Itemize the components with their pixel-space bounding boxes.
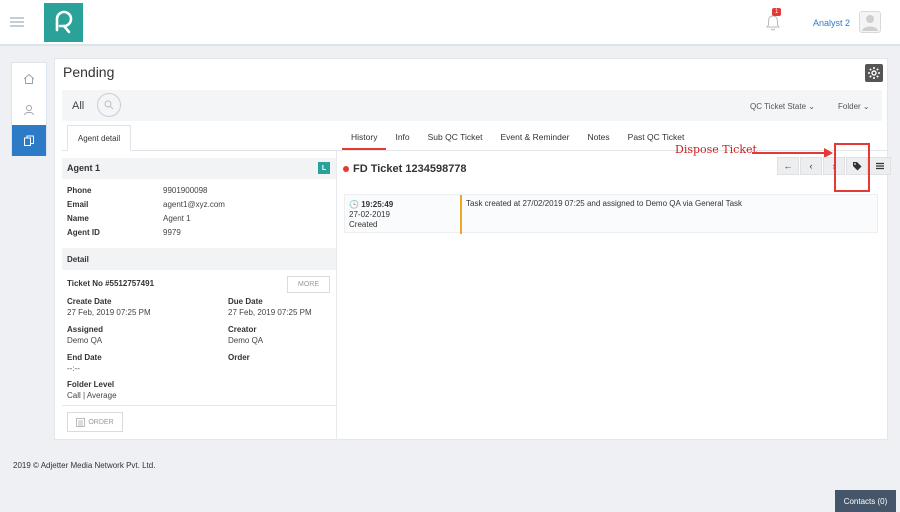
tab-history[interactable]: History (342, 125, 387, 150)
folder-dropdown[interactable]: Folder ⌄ (838, 102, 870, 111)
tab-agent-detail[interactable]: Agent detail (67, 125, 131, 151)
due-date-value: 27 Feb, 2019 07:25 PM (228, 308, 312, 317)
footer-copyright: 2019 © Adjetter Media Network Pvt. Ltd. (13, 461, 156, 470)
list-icon (76, 417, 86, 427)
tab-notes[interactable]: Notes (578, 125, 618, 150)
folder-level: Folder Level Call | Average (67, 380, 117, 400)
history-time: 19:25:49 (361, 200, 394, 209)
filter-bar: All QC Ticket State ⌄ Folder ⌄ (62, 90, 882, 121)
create-date-label: Create Date (67, 297, 112, 306)
folder-label: Folder (838, 102, 861, 111)
tab-sub-qc-ticket[interactable]: Sub QC Ticket (419, 125, 492, 150)
creator-value: Demo QA (228, 336, 264, 345)
folder-level-label: Folder Level (67, 380, 115, 389)
detail-title: Detail (67, 255, 89, 264)
agent-id-value: 9979 (163, 228, 181, 237)
search-button[interactable] (97, 93, 121, 117)
ticket-tabs: History Info Sub QC Ticket Event & Remin… (342, 125, 693, 150)
agent-phone-value: 9901900098 (163, 186, 208, 195)
history-entry: 🕒 19:25:49 27-02-2019 Created Task creat… (344, 194, 878, 234)
agent-name-value: Agent 1 (163, 214, 191, 223)
agent-name-label: Name (67, 214, 89, 223)
more-button[interactable]: MORE (287, 276, 330, 293)
due-date: Due Date 27 Feb, 2019 07:25 PM (228, 297, 312, 317)
divider (62, 405, 336, 406)
tab-info[interactable]: Info (386, 125, 418, 150)
agent-level-badge: L (318, 162, 330, 174)
create-date: Create Date 27 Feb, 2019 07:25 PM (67, 297, 151, 317)
agent-header: Agent 1 L (62, 158, 336, 179)
history-date: 27-02-2019 (349, 210, 390, 219)
nav-home[interactable] (12, 63, 46, 94)
history-status: Created (349, 220, 378, 229)
order-button[interactable]: ORDER (67, 412, 123, 432)
order: Order (228, 353, 250, 362)
nav-tickets[interactable] (12, 125, 46, 156)
app-logo[interactable] (44, 3, 83, 42)
history-marker (460, 195, 462, 234)
agent-panel: Agent 1 L Phone 9901900098 Email agent1@… (62, 150, 337, 441)
notification-badge: 1 (772, 8, 782, 16)
ticket-title: FD Ticket 1234598778 (343, 163, 467, 175)
history-message: Task created at 27/02/2019 07:25 and ass… (466, 199, 743, 208)
nav-users[interactable] (12, 94, 46, 125)
agent-name: Agent 1 (67, 163, 101, 173)
page-title: Pending (63, 64, 115, 80)
more-menu-button[interactable] (869, 157, 891, 175)
order-label: Order (228, 353, 250, 362)
chevron-left-icon: ‹ (809, 161, 813, 171)
due-date-label: Due Date (228, 297, 263, 306)
copy-icon (24, 135, 34, 146)
contacts-button[interactable]: Contacts (0) (835, 490, 896, 512)
end-date-label: End Date (67, 353, 102, 362)
logo-mark-icon (55, 10, 72, 33)
history-timestamp: 🕒 19:25:49 27-02-2019 Created (349, 200, 393, 230)
main-card: Pending All QC Ticket State ⌄ Folder ⌄ A… (54, 58, 891, 441)
user-avatar-icon (862, 15, 878, 31)
agent-id-label: Agent ID (67, 228, 100, 237)
search-icon (104, 100, 114, 110)
creator: Creator Demo QA (228, 325, 263, 345)
chevron-down-icon: ⌄ (862, 102, 870, 111)
arrow-left-icon: ← (783, 161, 793, 171)
agent-phone-label: Phone (67, 186, 92, 195)
user-icon (24, 104, 34, 115)
dispose-highlight-box (834, 143, 870, 192)
agent-email-value: agent1@xyz.com (163, 200, 225, 209)
folder-level-value: Call | Average (67, 391, 117, 400)
agent-email-label: Email (67, 200, 89, 209)
prev-button[interactable]: ‹ (800, 157, 822, 175)
qc-ticket-state-label: QC Ticket State (750, 102, 807, 111)
create-date-value: 27 Feb, 2019 07:25 PM (67, 308, 151, 317)
end-date: End Date --:-- (67, 353, 102, 373)
filter-all[interactable]: All (72, 100, 84, 112)
detail-header: Detail (62, 248, 336, 270)
assigned-value: Demo QA (67, 336, 103, 345)
end-date-value: --:-- (67, 364, 80, 373)
qc-ticket-state-dropdown[interactable]: QC Ticket State ⌄ (750, 102, 815, 111)
clock-icon: 🕒 (349, 200, 359, 209)
top-bar: 1 Analyst 2 (0, 0, 900, 46)
avatar[interactable] (859, 11, 881, 33)
order-button-label: ORDER (88, 418, 114, 426)
assigned: Assigned Demo QA (67, 325, 103, 345)
user-name-link[interactable]: Analyst 2 (813, 18, 850, 28)
creator-label: Creator (228, 325, 257, 334)
menu-icon[interactable] (10, 17, 24, 27)
ticket-title-text: FD Ticket 1234598778 (353, 163, 467, 175)
home-icon (23, 73, 35, 84)
gear-icon (868, 67, 880, 79)
settings-button[interactable] (865, 64, 883, 82)
status-dot-icon (343, 166, 349, 172)
tab-event-reminder[interactable]: Event & Reminder (491, 125, 578, 150)
chevron-down-icon: ⌄ (808, 102, 815, 111)
assigned-label: Assigned (67, 325, 104, 334)
menu-lines-icon (876, 162, 884, 170)
bell-icon[interactable] (764, 14, 782, 32)
left-nav (11, 62, 47, 156)
dispose-ticket-annotation: Dispose Ticket (675, 143, 757, 156)
back-button[interactable]: ← (777, 157, 799, 175)
ticket-number: Ticket No #5512757491 (67, 279, 155, 288)
